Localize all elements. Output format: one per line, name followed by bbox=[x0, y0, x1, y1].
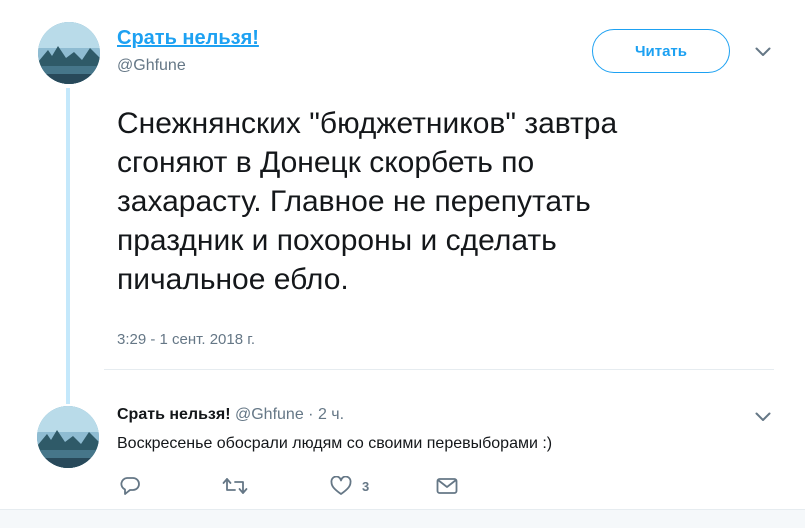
tweet-text-line: сгоняют в Донецк скорбеть по bbox=[117, 146, 535, 179]
like-icon bbox=[330, 476, 352, 496]
chevron-down-icon[interactable] bbox=[754, 45, 772, 59]
tweet-text-line: пичальное ебло. bbox=[117, 263, 349, 296]
tweet-text-line: захарасту. Главное не перепутать bbox=[117, 185, 591, 218]
reply-author-name[interactable]: Срать нельзя! bbox=[117, 406, 231, 423]
tweet-text-line: праздник и похороны и сделать bbox=[117, 224, 557, 257]
author-display-name[interactable]: Срать нельзя! bbox=[117, 27, 259, 50]
retweet-icon bbox=[222, 476, 248, 496]
tweet-text-line: Снежнянских "бюджетников" завтра bbox=[117, 107, 618, 140]
reply-avatar[interactable] bbox=[37, 406, 99, 468]
retweet-button[interactable] bbox=[222, 475, 248, 497]
like-button[interactable]: 3 bbox=[330, 475, 369, 497]
next-tweet-area bbox=[0, 509, 805, 528]
reply-author-handle[interactable]: @Ghfune bbox=[235, 406, 304, 423]
reply-icon bbox=[119, 476, 141, 496]
like-count: 3 bbox=[362, 478, 370, 494]
thread-line bbox=[66, 88, 70, 404]
tweet-timestamp[interactable]: 3:29 - 1 сент. 2018 г. bbox=[117, 331, 255, 348]
reply-button[interactable] bbox=[119, 475, 141, 497]
follow-button[interactable]: Читать bbox=[592, 29, 730, 73]
reply-text: Воскресенье обосрали людям со своими пер… bbox=[117, 435, 553, 452]
avatar[interactable] bbox=[38, 22, 100, 84]
reply-header: Срать нельзя! @Ghfune · 2 ч. bbox=[117, 406, 344, 424]
chevron-down-icon[interactable] bbox=[754, 410, 772, 424]
author-handle[interactable]: @Ghfune bbox=[117, 57, 186, 75]
reply-separator: · bbox=[308, 406, 314, 423]
tweet-text: Снежнянских "бюджетников" завтра сгоняют… bbox=[117, 104, 757, 299]
direct-message-button[interactable] bbox=[436, 475, 458, 497]
divider bbox=[104, 369, 774, 370]
reply-time[interactable]: 2 ч. bbox=[318, 406, 344, 423]
direct-message-icon bbox=[436, 477, 458, 495]
